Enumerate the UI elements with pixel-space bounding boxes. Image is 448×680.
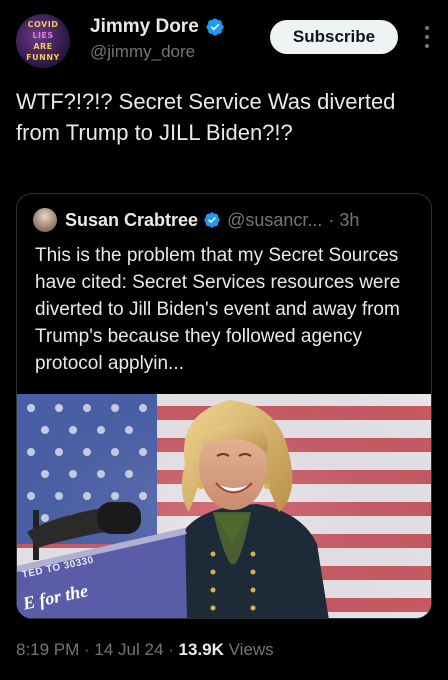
avatar-text-line: ARE bbox=[33, 42, 53, 51]
verified-badge-icon bbox=[204, 212, 220, 228]
quoted-tweet-text: This is the problem that my Secret Sourc… bbox=[35, 245, 401, 374]
author-name-block[interactable]: Jimmy Dore @jimmy_dore bbox=[90, 16, 225, 62]
separator: · bbox=[163, 640, 179, 659]
quoted-timestamp: · 3h bbox=[328, 209, 360, 230]
author-avatar[interactable]: COVID LIES ARE FUNNY bbox=[16, 14, 70, 68]
tweet-header: COVID LIES ARE FUNNY Jimmy Dore @jimmy_d… bbox=[16, 14, 432, 70]
author-display-name-row: Jimmy Dore bbox=[90, 16, 225, 38]
tweet-time: 8:19 PM bbox=[16, 640, 80, 659]
verified-badge-icon bbox=[206, 18, 224, 36]
separator: · bbox=[79, 640, 95, 659]
author-handle: @jimmy_dore bbox=[90, 42, 196, 61]
quoted-author-name: Susan Crabtree bbox=[65, 209, 199, 230]
quoted-media-image[interactable]: TED TO 30330 E for the bbox=[17, 394, 431, 618]
tweet-text: WTF?!?!? Secret Service Was diverted fro… bbox=[16, 89, 396, 145]
author-display-name: Jimmy Dore bbox=[90, 16, 199, 37]
subscribe-button[interactable]: Subscribe bbox=[270, 20, 398, 54]
dot bbox=[425, 26, 429, 30]
tweet-meta: 8:19 PM · 14 Jul 24 · 13.9K Views bbox=[16, 640, 274, 660]
quoted-tweet[interactable]: Susan Crabtree @susancr... · 3h This is … bbox=[16, 193, 432, 619]
views-label: Views bbox=[223, 640, 274, 659]
dot bbox=[425, 35, 429, 39]
avatar-text-line: LIES bbox=[32, 31, 54, 40]
quoted-author-avatar bbox=[33, 208, 57, 232]
avatar-text-line: FUNNY bbox=[26, 53, 60, 62]
quoted-tweet-header: Susan Crabtree @susancr... · 3h bbox=[33, 208, 359, 232]
dot bbox=[425, 44, 429, 48]
tweet-date: 14 Jul 24 bbox=[94, 640, 164, 659]
more-vertical-icon[interactable] bbox=[422, 26, 432, 48]
quoted-author-handle: @susancr... bbox=[227, 209, 323, 230]
views-count[interactable]: 13.9K bbox=[179, 640, 224, 659]
avatar-text-line: COVID bbox=[27, 20, 59, 29]
